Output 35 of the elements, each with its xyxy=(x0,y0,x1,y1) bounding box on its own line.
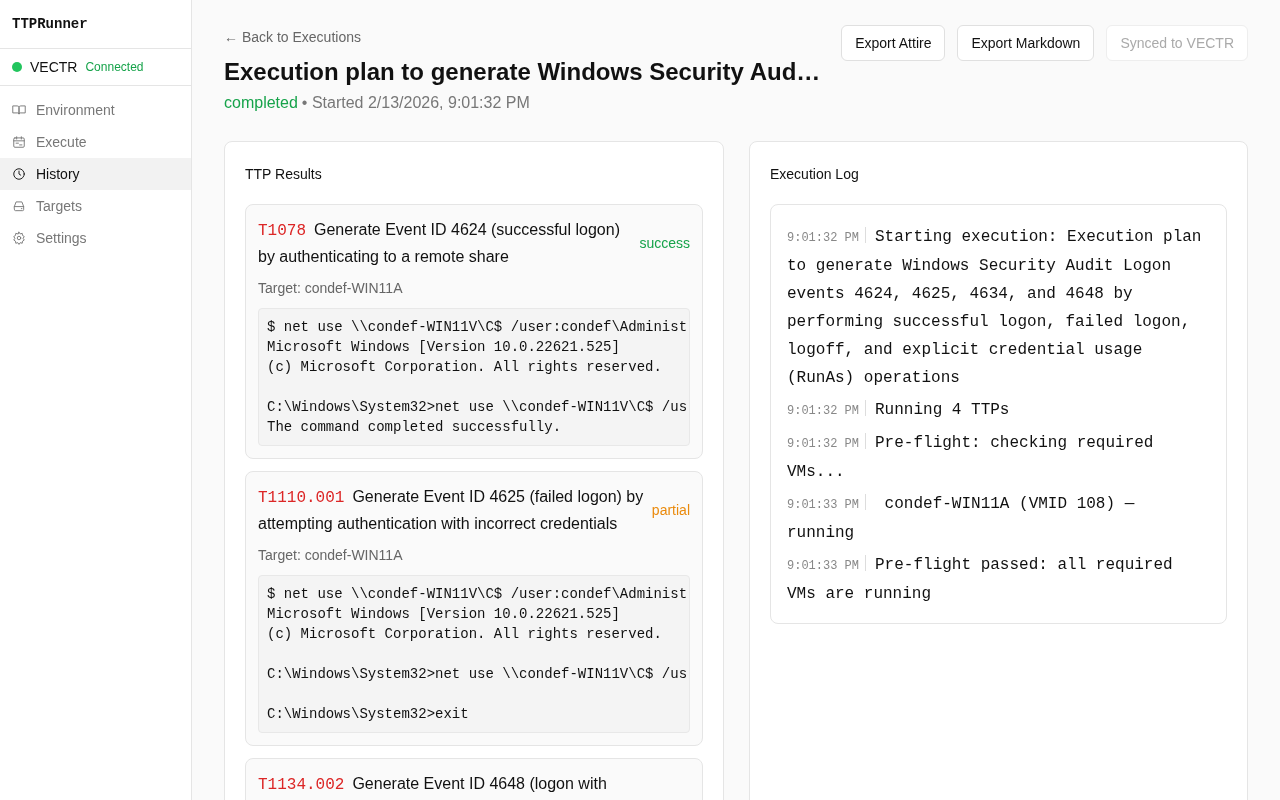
log-entry: 9:01:32 PM Starting execution: Execution plan to generate Windows Security Audit Logon events 4624, 4625, 4634, and 4648 by performing successful logon, failed logon, logoff, and explicit credential usage (RunAs) operations xyxy=(787,226,1203,389)
toolbar-button[interactable]: Export Markdown xyxy=(957,25,1095,61)
nav-item[interactable]: Settings xyxy=(0,222,191,254)
service-name: VECTR xyxy=(30,57,78,77)
result-status: success xyxy=(639,233,690,253)
drive-icon xyxy=(12,199,26,213)
log-entry: 9:01:32 PM Running 4 TTPs xyxy=(787,399,1011,421)
nav-item[interactable]: Environment xyxy=(0,94,191,126)
toolbar-button[interactable]: Export Attire xyxy=(841,25,946,61)
command-output: $ net use \\condef-WIN11V\C$ /user:condef\Administ Microsoft Windows [Version 10.0.22621.525] (c) Microsoft Corporation. All rights reserved. C:\Windows\System32>net use \\condef-WIN11V\C$ /us C:\Windows\System32>exit xyxy=(258,575,690,733)
settings-icon xyxy=(12,231,26,245)
target-label: Target: condef-WIN11A xyxy=(258,546,404,565)
execution-status: completed xyxy=(224,93,298,113)
log-entry: 9:01:33 PM Pre-flight passed: all required VMs are running xyxy=(787,554,1174,605)
app-name: TTPRunner xyxy=(12,14,88,34)
page-title: Execution plan to generate Windows Security Aud… xyxy=(224,57,821,87)
panel-title: Execution Log xyxy=(770,165,860,184)
book-icon xyxy=(12,103,26,117)
result-status: partial xyxy=(651,500,690,520)
technique-title: T1110.001 Generate Event ID 4625 (failed logon) by attempting authentication with incorrect credentials xyxy=(258,487,644,534)
nav-item[interactable]: Execute xyxy=(0,126,191,158)
log-entry: 9:01:33 PM condef-WIN11A (VMID 108) — running xyxy=(787,493,1136,544)
command-output: $ net use \\condef-WIN11V\C$ /user:condef\Administ Microsoft Windows [Version 10.0.22621.525] (c) Microsoft Corporation. All rights reserved. C:\Windows\System32>net use \\condef-WIN11V\C$ /us The command completed successfully. xyxy=(258,308,690,446)
target-label: Target: condef-WIN11A xyxy=(258,279,404,298)
calendar-icon xyxy=(12,135,26,149)
log-entry: 9:01:32 PM Pre-flight: checking required VMs... xyxy=(787,432,1155,483)
start-time: • Started 2/13/2026, 9:01:32 PM xyxy=(301,93,530,113)
clock-icon xyxy=(12,167,26,181)
connection-status: Connected xyxy=(85,59,144,76)
panel-title: TTP Results xyxy=(245,165,323,184)
technique-title: T1078 Generate Event ID 4624 (successful logon) by authenticating to a remote share xyxy=(258,220,621,267)
nav-item[interactable]: Targets xyxy=(0,190,191,222)
back-link[interactable]: ← Back to Executions xyxy=(224,27,821,48)
nav-item[interactable]: History xyxy=(0,158,191,190)
technique-title: T1134.002 Generate Event ID 4648 (logon with xyxy=(258,774,607,796)
